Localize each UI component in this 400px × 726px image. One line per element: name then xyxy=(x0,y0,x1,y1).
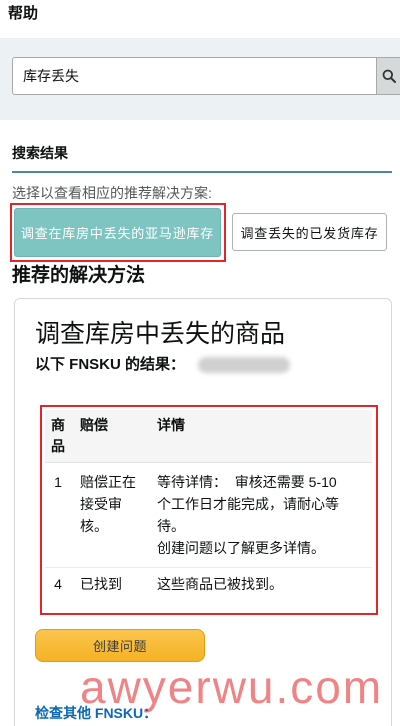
create-issue-button[interactable]: 创建问题 xyxy=(35,629,205,662)
search-icon xyxy=(382,69,396,83)
search-results-underline xyxy=(12,171,392,173)
column-header-items: 商品 xyxy=(45,410,71,463)
recommended-solution-heading: 推荐的解决方法 xyxy=(12,265,146,286)
row-detail-text: 创建问题以了解更多详情。 xyxy=(157,540,325,556)
option-lost-in-warehouse-button[interactable]: 调查在库房中丢失的亚马逊库存 xyxy=(14,208,221,257)
row-reimbursement-status: 已找到 xyxy=(80,576,122,592)
row-detail-text: 等待详情： 审核还需要 5-10 个工作日才能完成，请耐心等待。 xyxy=(157,474,341,534)
row-details: 这些商品已被找到。 xyxy=(150,568,372,601)
column-header-details: 详情 xyxy=(150,410,372,463)
fnsku-label: 以下 FNSKU 的结果： xyxy=(35,356,186,373)
redacted-fnsku-value xyxy=(198,357,290,373)
panel-title: 帮助 xyxy=(8,5,39,22)
row-item-count: 4 xyxy=(54,576,62,592)
row-item-count: 1 xyxy=(45,462,71,568)
search-input[interactable] xyxy=(12,57,376,95)
solution-card: 调查库房中丢失的商品 以下 FNSKU 的结果： 商品 赔偿 详情 1 赔偿正在… xyxy=(14,298,392,726)
column-header-reimbursement: 赔偿 xyxy=(71,410,150,463)
search-button[interactable] xyxy=(376,57,400,95)
results-table: 商品 赔偿 详情 1 赔偿正在接受审核。 等待详情： 审核还需要 5-10 个工… xyxy=(45,410,372,600)
results-instruction: 选择以查看相应的推荐解决方案: xyxy=(12,185,212,201)
card-title: 调查库房中丢失的商品 xyxy=(35,320,286,348)
results-table-highlight: 商品 赔偿 详情 1 赔偿正在接受审核。 等待详情： 审核还需要 5-10 个工… xyxy=(40,405,378,615)
table-row: 4 已找到 这些商品已被找到。 xyxy=(45,568,372,601)
row-detail-text: 这些商品已被找到。 xyxy=(157,576,283,592)
search-results-header: 搜索结果 xyxy=(12,145,68,161)
row-details: 等待详情： 审核还需要 5-10 个工作日才能完成，请耐心等待。 创建问题以了解… xyxy=(150,462,372,568)
table-row: 1 赔偿正在接受审核。 等待详情： 审核还需要 5-10 个工作日才能完成，请耐… xyxy=(45,462,372,568)
check-other-fnsku-link[interactable]: 检查其他 FNSKU： xyxy=(35,703,157,723)
row-reimbursement-status: 赔偿正在接受审核。 xyxy=(71,462,150,568)
option-lost-inbound-button[interactable]: 调查丢失的已发货库存 xyxy=(232,213,387,251)
table-header-row: 商品 赔偿 详情 xyxy=(45,410,372,463)
